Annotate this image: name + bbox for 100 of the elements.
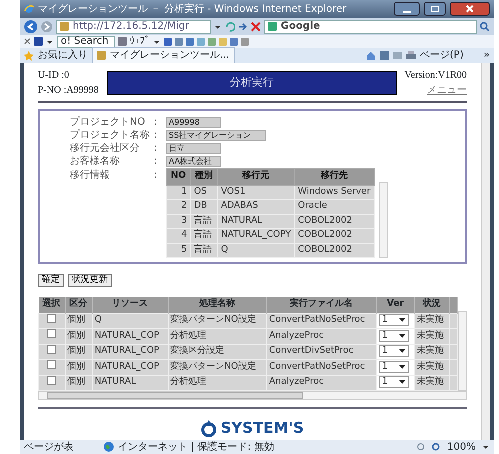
- table-cell: 個別: [65, 328, 92, 344]
- table-cell: NATURAL_COP: [92, 344, 168, 360]
- table-cell: 個別: [65, 344, 92, 360]
- column-header: 種別: [190, 168, 218, 185]
- maximize-button[interactable]: [424, 2, 446, 16]
- chevron-icon[interactable]: »: [484, 48, 490, 63]
- browser-icon: [24, 4, 34, 14]
- table-cell: 未実施: [414, 313, 450, 328]
- table-cell: 分析処理: [168, 375, 267, 390]
- column-header: 選択: [38, 297, 66, 313]
- table-cell: 言語: [190, 243, 218, 258]
- table-cell: 4: [166, 228, 191, 243]
- status-text: ページが表: [24, 440, 74, 454]
- table-cell: 1: [166, 185, 191, 200]
- table-cell: NATURAL: [218, 214, 295, 228]
- version-select[interactable]: 1: [379, 345, 410, 357]
- star-icon: [24, 50, 34, 60]
- version-select[interactable]: 1: [379, 376, 410, 388]
- table-cell: ConvertPatNoSetProc: [266, 313, 377, 328]
- page-title: 分析実行: [106, 70, 397, 96]
- colon: :: [154, 116, 158, 130]
- colon: :: [154, 129, 158, 143]
- caret-icon: [399, 317, 406, 323]
- table-cell: COBOL2002: [294, 228, 374, 243]
- colon: :: [154, 155, 158, 169]
- column-header: 実行ファイル名: [266, 297, 377, 313]
- scrollbar[interactable]: [481, 63, 490, 440]
- search-field[interactable]: Google: [281, 19, 320, 34]
- field-value: 日立: [166, 143, 221, 154]
- menu-link[interactable]: メニュー: [427, 85, 467, 96]
- stop-icon[interactable]: [251, 22, 261, 32]
- table-cell: NATURAL_COPY: [218, 228, 295, 243]
- column-header: Ver: [376, 297, 415, 313]
- dropdown-icon[interactable]: [482, 443, 490, 451]
- table-cell: 未実施: [414, 375, 450, 390]
- checkbox[interactable]: [47, 314, 56, 322]
- table-cell: COBOL2002: [294, 214, 374, 228]
- table-cell: ADABAS: [218, 200, 295, 214]
- home-icon[interactable]: [366, 50, 376, 60]
- table-cell: 変換区分設定: [168, 344, 267, 360]
- version-label: Version:V1R00: [404, 69, 467, 83]
- table-cell: NATURAL_COP: [92, 328, 168, 344]
- favorites-button[interactable]: お気に入り: [24, 48, 88, 63]
- table-cell: Q: [218, 243, 295, 258]
- version-select[interactable]: 1: [379, 314, 410, 326]
- table-cell: 2: [166, 200, 191, 214]
- field-value: SS社マイグレーション: [166, 130, 266, 141]
- window-title: マイグレーションツール － 分析実行 - Windows Internet Explorer: [38, 2, 348, 16]
- version-select[interactable]: 1: [379, 360, 410, 372]
- field-label: 移行情報: [70, 168, 111, 183]
- table-cell: 3: [166, 214, 191, 228]
- checkbox[interactable]: [47, 360, 56, 369]
- scrollbar[interactable]: [38, 391, 467, 400]
- table-cell: 変換パターンNO設定: [168, 313, 267, 328]
- table-cell: 未実施: [414, 360, 450, 375]
- version-select[interactable]: 1: [379, 330, 410, 342]
- search-field[interactable]: o! Search: [57, 36, 115, 48]
- column-header: 移行先: [294, 168, 374, 185]
- column-header: NO: [166, 168, 191, 185]
- print-icon[interactable]: [406, 51, 416, 60]
- user-id: U-ID :0: [38, 69, 70, 83]
- back-icon[interactable]: [24, 20, 38, 34]
- caret-icon: [399, 364, 406, 370]
- table-cell: 分析処理: [168, 328, 267, 344]
- table-cell: COBOL2002: [294, 243, 374, 258]
- field-label: 移行元会社区分: [70, 142, 141, 156]
- caret-icon: [399, 332, 406, 338]
- column-header: リソース: [92, 297, 168, 313]
- table-cell: 言語: [190, 228, 218, 243]
- table-cell: DB: [190, 200, 218, 214]
- table-cell: Windows Server: [294, 185, 374, 200]
- action-button[interactable]: 状況更新: [68, 274, 112, 287]
- close-icon[interactable]: [24, 38, 31, 45]
- checkbox[interactable]: [47, 329, 56, 338]
- scrollbar[interactable]: [378, 182, 388, 258]
- minimize-button[interactable]: [394, 2, 420, 16]
- table-cell: 未実施: [414, 328, 450, 344]
- caret-icon: [399, 379, 406, 385]
- table-cell: 個別: [65, 313, 92, 328]
- browser-tab[interactable]: マイグレーションツール...: [92, 47, 235, 64]
- arrows-icon[interactable]: [238, 22, 248, 32]
- scrollbar[interactable]: [458, 311, 467, 391]
- table-cell: Oracle: [294, 200, 374, 214]
- table-cell: 個別: [65, 375, 92, 390]
- table-cell: 言語: [190, 214, 218, 228]
- forward-icon[interactable]: [41, 20, 53, 32]
- zoom-level[interactable]: 100%: [447, 440, 476, 454]
- table-cell: NATURAL_COP: [92, 360, 168, 375]
- globe-icon: [104, 442, 114, 452]
- search-icon[interactable]: [480, 22, 490, 32]
- logo-icon: [200, 420, 217, 437]
- colon: :: [154, 169, 158, 183]
- close-button[interactable]: [450, 2, 490, 16]
- zoom-icon[interactable]: [432, 442, 442, 452]
- field-label: お客様名称: [70, 154, 121, 169]
- action-button[interactable]: 確定: [38, 274, 64, 287]
- web-button[interactable]: ｳｪﾌﾞ: [130, 34, 150, 49]
- table-cell: VOS1: [218, 185, 295, 200]
- page-menu[interactable]: ページ(P): [420, 48, 464, 63]
- table-cell: ConvertPatNoSetProc: [266, 360, 377, 375]
